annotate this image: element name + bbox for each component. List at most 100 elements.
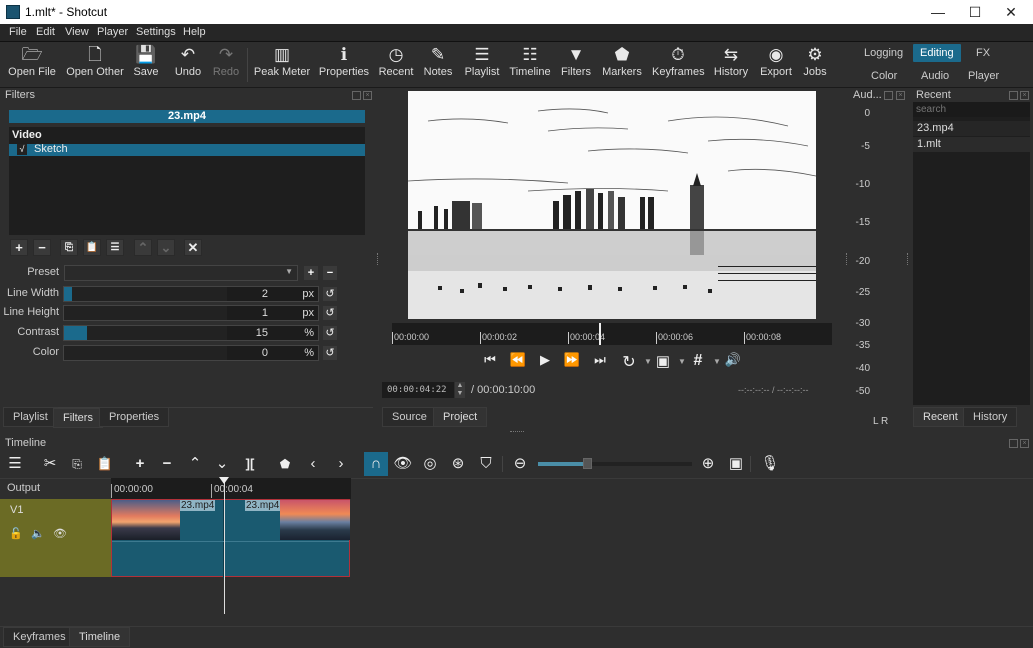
notes-button[interactable]: ✎ Notes (422, 44, 454, 84)
close-dock-icon[interactable]: × (1020, 91, 1029, 100)
playhead-handle[interactable] (219, 477, 229, 484)
close-dock-icon[interactable]: × (1020, 439, 1029, 448)
cut-button[interactable]: ✂ (40, 454, 60, 474)
split-button[interactable]: ][ (240, 454, 260, 474)
mute-icon[interactable]: 🔈 (31, 527, 45, 540)
close-dock-icon[interactable]: × (363, 91, 372, 100)
keyframes-button[interactable]: ⏱ Keyframes (652, 44, 705, 84)
undo-button[interactable]: ↶ Undo (172, 44, 204, 84)
maximize-button[interactable]: ☐ (960, 2, 990, 22)
delete-preset-button[interactable]: − (323, 266, 337, 280)
open-file-button[interactable]: 🗁 Open File (8, 44, 56, 84)
layout-audio[interactable]: Audio (915, 68, 955, 84)
save-preset-button[interactable]: + (304, 266, 318, 280)
line-height-slider[interactable]: 1 px (63, 305, 319, 321)
skip-to-end-button[interactable]: ⏭ (591, 352, 609, 368)
tab-source[interactable]: Source (382, 407, 437, 427)
lock-icon[interactable]: 🔓 (9, 527, 23, 540)
markers-button[interactable]: ⬟ Markers (601, 44, 643, 84)
jobs-button[interactable]: ⚙ Jobs (801, 44, 829, 84)
move-filter-down-button[interactable]: ⌄ (157, 239, 175, 256)
remove-filter-button[interactable]: − (33, 239, 51, 256)
recent-search-input[interactable] (913, 102, 1030, 117)
close-button[interactable]: ✕ (996, 2, 1026, 22)
float-icon[interactable] (1009, 91, 1018, 100)
float-icon[interactable] (884, 91, 893, 100)
overwrite-button[interactable]: ⌄ (212, 454, 232, 474)
paste-filter-button[interactable]: 📋 (83, 239, 101, 256)
layout-fx[interactable]: FX (970, 45, 996, 61)
append-button[interactable]: + (130, 454, 150, 474)
recent-item[interactable]: 23.mp4 (913, 121, 1030, 136)
next-marker-button[interactable]: › (331, 454, 351, 474)
zoom-out-icon[interactable]: ⊖ (510, 454, 530, 474)
timeline-button[interactable]: ☷ Timeline (508, 44, 552, 84)
peak-meter-button[interactable]: ▥ Peak Meter (253, 44, 311, 84)
reset-line-width-button[interactable]: ↺ (323, 287, 337, 301)
menu-view[interactable]: View (65, 26, 89, 38)
zoom-slider-handle[interactable] (583, 458, 592, 469)
timeline-ruler[interactable]: 00:00:00 00:00:04 (111, 478, 351, 499)
ripple-all-tracks-button[interactable]: ⊛ (448, 454, 468, 474)
menu-file[interactable]: File (9, 26, 27, 38)
loop-button[interactable]: ↻ (620, 352, 638, 372)
save-button[interactable]: 💾 Save (131, 44, 161, 84)
ripple-button[interactable]: ◎ (420, 454, 440, 474)
clip[interactable]: 23.mp4 (225, 500, 350, 578)
tab-history[interactable]: History (963, 407, 1018, 427)
menu-settings[interactable]: Settings (136, 26, 176, 38)
player-playhead[interactable] (599, 323, 601, 345)
layout-player[interactable]: Player (962, 68, 1005, 84)
float-icon[interactable] (352, 91, 361, 100)
previous-marker-button[interactable]: ‹ (303, 454, 323, 474)
playlist-button[interactable]: ☰ Playlist (463, 44, 501, 84)
splitter-handle[interactable] (377, 253, 379, 265)
redo-button[interactable]: ↷ Redo (210, 44, 242, 84)
time-spinner[interactable]: ▲ ▼ (455, 382, 465, 398)
deselect-filter-button[interactable]: ✕ (184, 239, 202, 256)
record-audio-icon[interactable]: 🎙 (760, 454, 780, 474)
save-filter-set-button[interactable]: ☰ (106, 239, 124, 256)
reset-contrast-button[interactable]: ↺ (323, 326, 337, 340)
copy-filter-button[interactable]: ⎘ (60, 239, 78, 256)
menu-help[interactable]: Help (183, 26, 206, 38)
history-button[interactable]: ⇆ History (712, 44, 750, 84)
recent-item[interactable]: 1.mlt (913, 137, 1030, 152)
eye-icon[interactable]: 👁 (53, 527, 67, 540)
fast-forward-button[interactable]: ⏩ (563, 352, 581, 368)
tab-recent[interactable]: Recent (913, 407, 968, 427)
tab-properties[interactable]: Properties (99, 407, 170, 427)
zoom-in-icon[interactable]: ⊕ (698, 454, 718, 474)
float-icon[interactable] (1009, 439, 1018, 448)
menu-edit[interactable]: Edit (36, 26, 55, 38)
zoom-button[interactable]: ▣ (654, 352, 672, 370)
menu-player[interactable]: Player (97, 26, 128, 38)
tab-filters[interactable]: Filters (53, 408, 103, 428)
rewind-button[interactable]: ⏪ (509, 352, 527, 368)
grid-button[interactable]: # (689, 352, 707, 370)
tab-keyframes[interactable]: Keyframes (3, 627, 76, 647)
player-scrubber[interactable]: 00:00:00 00:00:02 00:00:04 00:00:06 00:0… (392, 323, 832, 345)
current-time-field[interactable]: 00:00:04:22 (382, 382, 454, 398)
tab-project[interactable]: Project (433, 407, 488, 427)
tab-playlist[interactable]: Playlist (3, 407, 58, 427)
timeline-menu-button[interactable]: ☰ (5, 454, 25, 474)
track-header-v1[interactable]: V1 🔓 🔈 👁 (0, 499, 111, 577)
timeline-playhead[interactable] (224, 478, 225, 614)
minimize-button[interactable]: — (923, 2, 953, 22)
timeline-zoom-slider[interactable] (538, 458, 692, 469)
ripple-markers-button[interactable]: ⛉ (476, 454, 496, 474)
lift-button[interactable]: ⌃ (185, 454, 205, 474)
add-filter-button[interactable]: + (10, 239, 28, 256)
skip-to-start-button[interactable]: ⏮ (481, 352, 499, 368)
tab-timeline[interactable]: Timeline (69, 627, 131, 647)
paste-button[interactable]: 📋 (95, 454, 115, 474)
ripple-delete-button[interactable]: − (157, 454, 177, 474)
open-other-button[interactable]: 🗋 Open Other (64, 44, 126, 84)
layout-color[interactable]: Color (865, 68, 903, 84)
zoom-to-fit-icon[interactable]: ▣ (726, 454, 746, 474)
splitter-handle[interactable] (510, 431, 524, 433)
clip[interactable]: 23.mp4 (112, 500, 224, 578)
filter-item-sketch[interactable]: √ Sketch (9, 143, 365, 156)
export-button[interactable]: ◉ Export (759, 44, 793, 84)
